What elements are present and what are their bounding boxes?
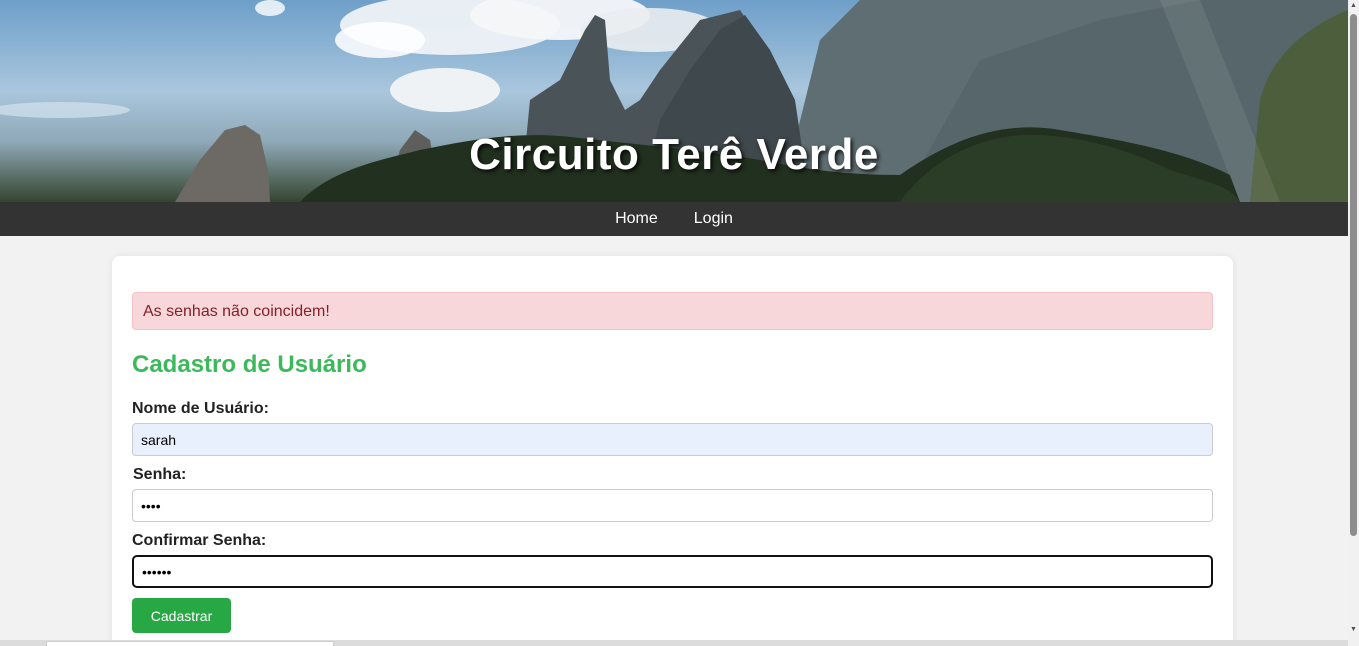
confirm-password-input[interactable] [132, 555, 1213, 588]
register-button[interactable]: Cadastrar [132, 598, 231, 633]
page: Circuito Terê Verde Home Login As senhas… [0, 0, 1359, 646]
nav-link-login[interactable]: Login [694, 210, 733, 228]
scroll-up-icon[interactable]: ▲ [1348, 0, 1359, 12]
password-input[interactable] [132, 489, 1213, 522]
vertical-scrollbar[interactable]: ▲ ▼ [1348, 0, 1359, 646]
form-title: Cadastro de Usuário [132, 351, 367, 378]
confirm-password-label: Confirmar Senha: [132, 532, 267, 549]
nav-link-home[interactable]: Home [615, 210, 658, 228]
scroll-thumb[interactable] [1350, 14, 1357, 536]
username-input[interactable] [132, 423, 1213, 456]
password-label: Senha: [133, 466, 187, 483]
scroll-down-icon[interactable]: ▼ [1348, 624, 1359, 636]
error-alert: As senhas não coincidem! [132, 292, 1213, 330]
header-banner: Circuito Terê Verde [0, 0, 1348, 202]
site-title: Circuito Terê Verde [469, 130, 879, 179]
username-label: Nome de Usuário: [132, 400, 269, 417]
registration-card: As senhas não coincidem! Cadastro de Usu… [112, 256, 1233, 646]
nav-bar: Home Login [0, 202, 1348, 236]
bottom-popup [46, 641, 334, 646]
